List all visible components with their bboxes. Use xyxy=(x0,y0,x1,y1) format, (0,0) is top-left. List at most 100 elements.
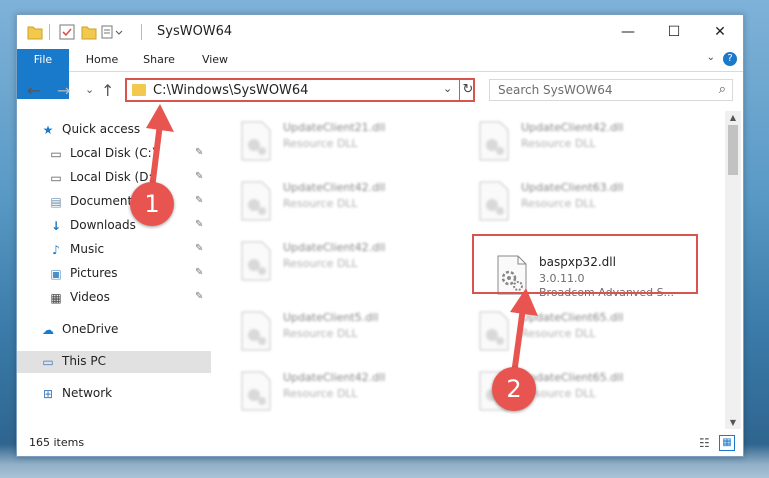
file-description: Resource DLL xyxy=(283,197,358,210)
tab-view[interactable]: View xyxy=(191,49,239,71)
forward-button[interactable]: → xyxy=(57,81,70,100)
file-description: Resource DLL xyxy=(521,137,596,150)
file-item[interactable]: UpdateClient65.dll Resource DLL xyxy=(473,307,693,357)
sidebar-item-label: Quick access xyxy=(62,122,141,136)
up-button[interactable]: ↑ xyxy=(101,81,114,100)
drive-icon: ▭ xyxy=(50,147,62,161)
sidebar-item-label: Pictures xyxy=(70,266,118,280)
sidebar-item-videos[interactable]: ▦ Videos ✎ xyxy=(17,287,211,309)
tab-home[interactable]: Home xyxy=(75,49,129,71)
search-input[interactable]: Search SysWOW64 xyxy=(498,83,612,97)
cloud-icon: ☁ xyxy=(42,323,54,337)
file-item[interactable]: UpdateClient42.dll Resource DLL xyxy=(235,177,455,227)
file-name: UpdateClient42.dll xyxy=(283,181,386,194)
file-item[interactable]: UpdateClient42.dll Resource DLL xyxy=(235,237,455,287)
search-icon[interactable]: ⌕ xyxy=(719,82,726,97)
maximize-button[interactable]: ☐ xyxy=(651,15,697,49)
file-description: Resource DLL xyxy=(283,137,358,150)
file-name: UpdateClient5.dll xyxy=(283,311,379,324)
tab-share[interactable]: Share xyxy=(133,49,185,71)
file-name: UpdateClient21.dll xyxy=(283,121,386,134)
folder-icon xyxy=(132,84,146,96)
address-bar[interactable]: C:\Windows\SysWOW64 ⌄ ↻ xyxy=(125,78,475,102)
ribbon-tabs: File Home Share View ⌄ ? xyxy=(17,49,743,99)
sidebar-item-documents[interactable]: ▤ Documents ✎ xyxy=(17,191,211,213)
recent-locations-button[interactable]: ⌄ xyxy=(85,83,94,96)
status-bar: 165 items ☷ ▦ xyxy=(17,431,743,455)
close-button[interactable]: ✕ xyxy=(697,15,743,49)
dll-file-icon xyxy=(479,181,509,221)
chevron-down-icon[interactable]: ⌄ xyxy=(443,82,452,95)
dll-file-icon xyxy=(479,311,509,351)
file-name: UpdateClient42.dll xyxy=(521,121,624,134)
sidebar-item-downloads[interactable]: ↓ Downloads ✎ xyxy=(17,215,211,237)
file-item[interactable]: UpdateClient42.dll Resource DLL xyxy=(235,367,455,417)
sidebar-item-local-disk-c[interactable]: ▭ Local Disk (C:) ✎ xyxy=(17,143,211,165)
network-icon: ⊞ xyxy=(42,387,54,401)
sidebar-item-local-disk-d[interactable]: ▭ Local Disk (D:) ✎ xyxy=(17,167,211,189)
help-icon[interactable]: ? xyxy=(723,52,737,66)
window-title: SysWOW64 xyxy=(157,24,233,39)
drive-icon: ▭ xyxy=(50,171,62,185)
refresh-icon[interactable]: ↻ xyxy=(459,80,476,100)
navigation-pane: ★ Quick access ▭ Local Disk (C:) ✎ ▭ Loc… xyxy=(17,111,211,431)
sidebar-item-network[interactable]: ⊞ Network xyxy=(17,383,211,405)
minimize-button[interactable]: — xyxy=(605,15,651,49)
sidebar-item-label: Videos xyxy=(70,290,110,304)
pin-icon: ✎ xyxy=(195,243,204,254)
sidebar-item-this-pc[interactable]: ▭ This PC xyxy=(17,351,211,373)
scroll-up-icon[interactable]: ▲ xyxy=(725,113,741,122)
title-separator xyxy=(49,24,50,40)
customize-toolbar-icon[interactable] xyxy=(101,23,127,41)
dll-file-icon xyxy=(241,311,271,351)
file-item[interactable]: UpdateClient42.dll Resource DLL xyxy=(473,117,693,167)
search-box[interactable]: Search SysWOW64 ⌕ xyxy=(489,79,733,101)
details-view-icon[interactable]: ☷ xyxy=(699,436,710,450)
sidebar-item-onedrive[interactable]: ☁ OneDrive xyxy=(17,319,211,341)
item-count: 165 items xyxy=(29,436,85,449)
navigation-bar: ← → ⌄ ↑ C:\Windows\SysWOW64 ⌄ ↻ Search S… xyxy=(17,72,743,108)
scroll-thumb[interactable] xyxy=(728,125,738,175)
pin-icon: ✎ xyxy=(195,171,204,182)
monitor-icon: ▭ xyxy=(42,355,54,369)
new-folder-icon[interactable] xyxy=(81,23,97,41)
title-bar: SysWOW64 — ☐ ✕ xyxy=(17,15,743,49)
sidebar-item-label: Music xyxy=(70,242,105,256)
file-description: Resource DLL xyxy=(521,327,596,340)
properties-check-icon[interactable] xyxy=(59,23,75,41)
address-path[interactable]: C:\Windows\SysWOW64 xyxy=(153,83,308,98)
download-icon: ↓ xyxy=(50,219,62,233)
star-icon: ★ xyxy=(42,123,54,137)
vertical-scrollbar[interactable]: ▲ ▼ xyxy=(725,111,741,429)
pin-icon: ✎ xyxy=(195,147,204,158)
videos-icon: ▦ xyxy=(50,291,62,305)
large-icons-view-icon[interactable]: ▦ xyxy=(719,435,735,451)
sidebar-item-pictures[interactable]: ▣ Pictures ✎ xyxy=(17,263,211,285)
file-name: UpdateClient63.dll xyxy=(521,181,624,194)
file-name: UpdateClient42.dll xyxy=(283,371,386,384)
file-name: UpdateClient65.dll xyxy=(521,311,624,324)
dll-file-icon xyxy=(479,121,509,161)
file-description: Resource DLL xyxy=(283,387,358,400)
sidebar-item-quick-access[interactable]: ★ Quick access xyxy=(17,119,211,141)
scroll-down-icon[interactable]: ▼ xyxy=(725,418,741,427)
file-name: UpdateClient65.dll xyxy=(521,371,624,384)
file-item[interactable]: UpdateClient21.dll Resource DLL xyxy=(235,117,455,167)
pin-icon: ✎ xyxy=(195,219,204,230)
title-separator xyxy=(141,24,142,40)
dll-file-icon xyxy=(241,371,271,411)
sidebar-item-label: Local Disk (C:) xyxy=(70,146,157,160)
file-item[interactable]: UpdateClient5.dll Resource DLL xyxy=(235,307,455,357)
expand-ribbon-icon[interactable]: ⌄ xyxy=(707,52,715,63)
sidebar-item-label: OneDrive xyxy=(62,322,119,336)
file-name: UpdateClient42.dll xyxy=(283,241,386,254)
sidebar-item-label: Documents xyxy=(70,194,139,208)
pin-icon: ✎ xyxy=(195,195,204,206)
sidebar-item-music[interactable]: ♪ Music ✎ xyxy=(17,239,211,261)
file-description: Resource DLL xyxy=(283,257,358,270)
file-description: Resource DLL xyxy=(283,327,358,340)
file-item[interactable]: UpdateClient63.dll Resource DLL xyxy=(473,177,693,227)
dll-file-icon xyxy=(241,121,271,161)
dll-file-icon xyxy=(241,241,271,281)
back-button[interactable]: ← xyxy=(27,81,40,100)
